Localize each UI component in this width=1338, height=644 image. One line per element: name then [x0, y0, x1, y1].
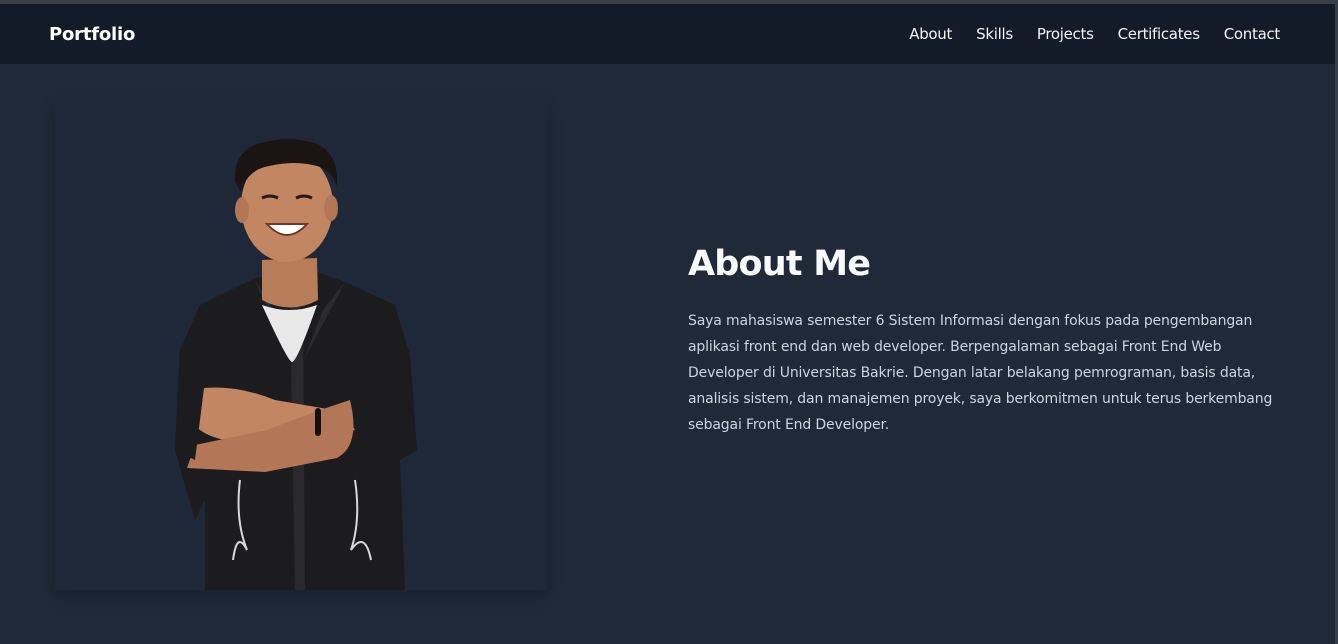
nav-link-certificates[interactable]: Certificates — [1118, 25, 1200, 43]
about-title: About Me — [688, 244, 871, 284]
navbar: Portfolio About Skills Projects Certific… — [0, 4, 1338, 64]
nav-link-about[interactable]: About — [909, 25, 952, 43]
about-section: About Me Saya mahasiswa semester 6 Siste… — [688, 244, 1288, 438]
nav-link-contact[interactable]: Contact — [1224, 25, 1281, 43]
brand-logo[interactable]: Portfolio — [49, 24, 135, 45]
nav-link-projects[interactable]: Projects — [1037, 25, 1094, 43]
person-illustration — [175, 139, 417, 590]
nav-link-skills[interactable]: Skills — [976, 25, 1013, 43]
nav-links: About Skills Projects Certificates Conta… — [909, 25, 1280, 43]
profile-photo — [55, 100, 547, 590]
about-description: Saya mahasiswa semester 6 Sistem Informa… — [688, 313, 1273, 433]
